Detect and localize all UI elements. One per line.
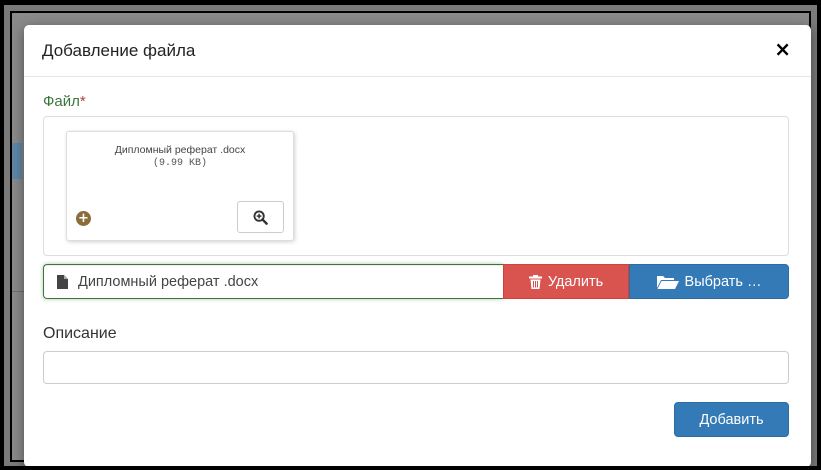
file-preview-thumbnail: Дипломный реферат .docx (9.99 KB) + — [66, 131, 294, 241]
file-preview-area: Дипломный реферат .docx (9.99 KB) + — [43, 116, 789, 256]
preview-file-size: (9.99 KB) — [152, 158, 207, 169]
dialog-header: Добавление файла × — [24, 25, 811, 77]
file-caption-text: Дипломный реферат .docx — [78, 273, 259, 290]
trash-icon — [528, 274, 542, 289]
background-bar-left — [12, 143, 22, 179]
preview-file-name: Дипломный реферат .docx — [114, 144, 246, 156]
file-field-label: Файл* — [43, 93, 792, 110]
browse-button-label: Выбрать … — [684, 273, 762, 290]
browse-button[interactable]: Выбрать … — [629, 264, 789, 299]
remove-button[interactable]: Удалить — [503, 264, 629, 299]
dialog-body: Файл* Дипломный реферат .docx (9.99 KB) … — [24, 77, 811, 384]
folder-open-icon — [656, 275, 679, 289]
description-input[interactable] — [43, 351, 789, 384]
add-button[interactable]: Добавить — [674, 402, 789, 437]
file-input-group: Дипломный реферат .docx Удалить Выбрать … — [43, 264, 789, 299]
add-file-dialog: Добавление файла × Файл* Дипломный рефер… — [24, 25, 811, 466]
close-icon[interactable]: × — [774, 39, 791, 59]
dialog-title: Добавление файла — [42, 40, 196, 60]
zoom-in-icon — [253, 209, 268, 225]
required-mark: * — [79, 93, 86, 110]
file-caption-field[interactable]: Дипломный реферат .docx — [43, 264, 503, 299]
zoom-button[interactable] — [237, 201, 284, 233]
file-label-text: Файл — [43, 93, 80, 110]
remove-button-label: Удалить — [547, 273, 604, 290]
file-icon — [57, 274, 68, 289]
background-divider — [12, 291, 24, 292]
plus-circle-icon[interactable]: + — [76, 211, 91, 226]
description-label: Описание — [43, 325, 117, 342]
screen-frame: Добавление файла × Файл* Дипломный рефер… — [0, 0, 821, 470]
